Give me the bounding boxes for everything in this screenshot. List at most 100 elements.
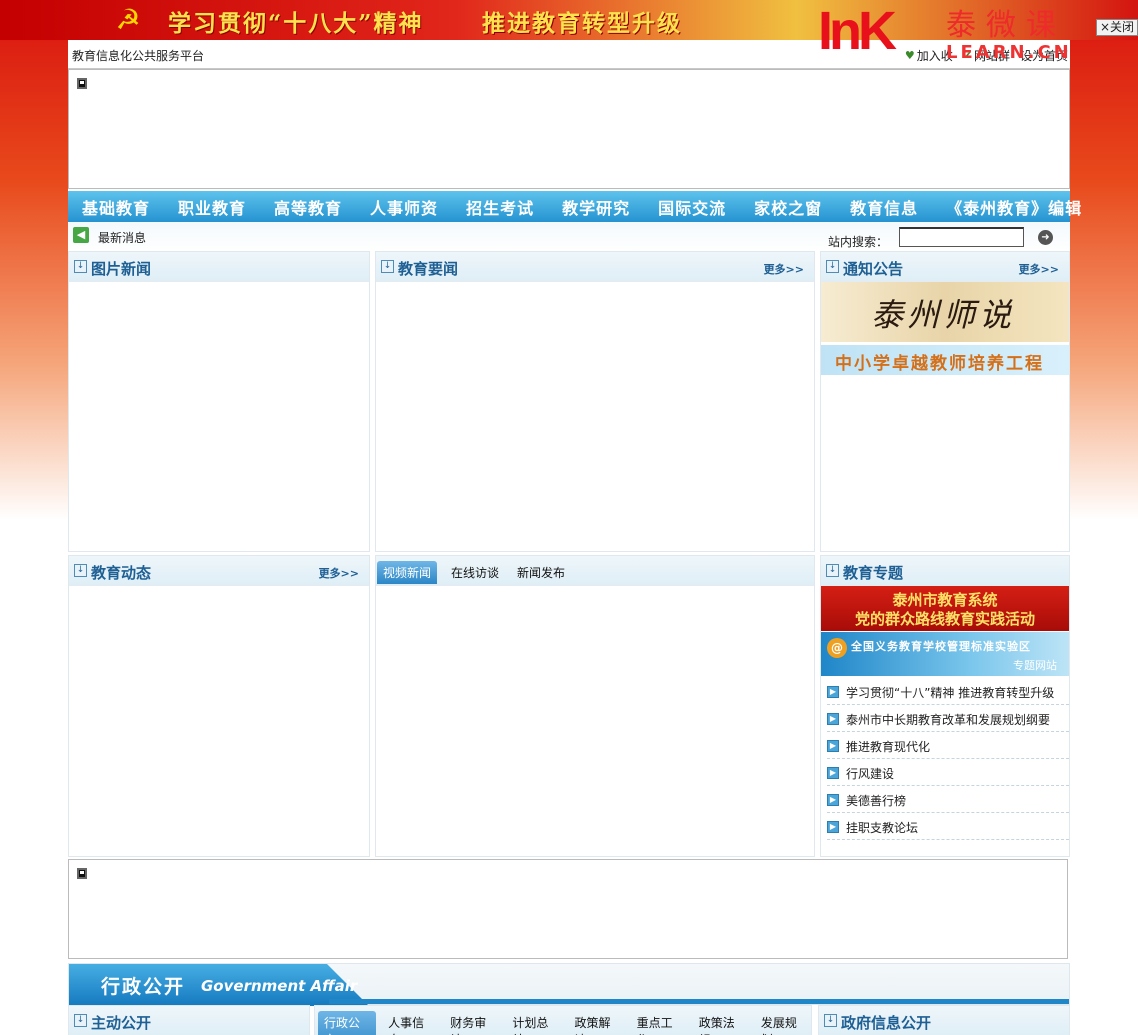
- edu-news-title: 教育要闻: [398, 260, 459, 278]
- list-item[interactable]: ▶ 挂职支教论坛: [827, 813, 1069, 840]
- top-bar: 教育信息化公共服务平台 ♥ 加入收 ✔ 网站群 设为首页: [68, 40, 1070, 69]
- party-emblem-icon: ☭: [115, 3, 141, 36]
- heart-icon: ♥: [904, 49, 915, 62]
- nav-basic-education[interactable]: 基础教育: [82, 195, 150, 219]
- taizhou-teacher-text: 泰州师说: [871, 296, 1016, 334]
- video-tabs-header: 视频新闻 在线访谈 新闻发布: [376, 556, 814, 586]
- notices-header: ↓ 通知公告 更多>>: [821, 252, 1069, 282]
- tab-plan-summary[interactable]: 计划总结: [508, 1011, 562, 1035]
- topic-label: 挂职支教论坛: [846, 821, 919, 835]
- gov-affairs-divider: [329, 999, 1069, 1004]
- topic-label: 行风建设: [846, 767, 895, 781]
- add-favorite-label: 加入收: [916, 49, 953, 63]
- nav-vocational-education[interactable]: 职业教育: [178, 195, 246, 219]
- balanced-edu-logo-icon: @: [827, 638, 847, 658]
- add-favorite-link[interactable]: ♥ 加入收: [905, 47, 953, 64]
- page-wrapper: 教育信息化公共服务平台 ♥ 加入收 ✔ 网站群 设为首页 基础教育 职业教育 高等教…: [68, 40, 1081, 1035]
- down-arrow-icon: ↓: [74, 564, 87, 577]
- edu-dynamics-header: ↓ 教育动态 更多>>: [69, 556, 369, 586]
- topics-title: 教育专题: [843, 564, 904, 582]
- edu-dynamics-more-link[interactable]: 更多>>: [319, 565, 359, 581]
- down-arrow-icon: ↓: [826, 260, 839, 273]
- tab-key-work[interactable]: 重点工作: [633, 1011, 687, 1035]
- nav-journal-editor[interactable]: 《泰州教育》编辑: [946, 195, 1082, 219]
- nav-home-school[interactable]: 家校之窗: [754, 195, 822, 219]
- edu-news-more-link[interactable]: 更多>>: [764, 261, 804, 277]
- list-item[interactable]: ▶ 泰州市中长期教育改革和发展规划纲要: [827, 705, 1069, 732]
- topic-label: 学习贯彻“十八”精神 推进教育转型升级: [846, 686, 1055, 700]
- mass-line-line1: 泰州市教育系统: [892, 591, 998, 609]
- down-arrow-icon: ↓: [74, 1014, 87, 1027]
- nav-international[interactable]: 国际交流: [658, 195, 726, 219]
- latest-news-label: 最新消息: [98, 231, 147, 245]
- list-item[interactable]: ▶ 行风建设: [827, 759, 1069, 786]
- gov-affairs-title-en: Government Affair: [201, 977, 358, 995]
- site-search-input[interactable]: [899, 227, 1024, 247]
- tab-finance-audit[interactable]: 财务审计: [446, 1011, 500, 1035]
- close-banner-button[interactable]: ×关闭: [1096, 19, 1138, 36]
- slogan-right: 推进教育转型升级: [482, 10, 682, 37]
- topics-header: ↓ 教育专题: [821, 556, 1069, 586]
- mass-line-line2: 党的群众路线教育实践活动: [854, 610, 1035, 628]
- arrow-bullet-icon: ▶: [827, 686, 839, 698]
- edu-news-header: ↓ 教育要闻 更多>>: [376, 252, 814, 282]
- nav-personnel[interactable]: 人事师资: [370, 195, 438, 219]
- arrow-bullet-icon: ▶: [827, 713, 839, 725]
- list-item[interactable]: ▶ 学习贯彻“十八”精神 推进教育转型升级: [827, 678, 1069, 705]
- sub-bar: ◀ 最新消息 站内搜索： ➜: [68, 222, 1070, 252]
- search-label: 站内搜索：: [828, 235, 889, 249]
- gov-docs-panel: 行政公文 人事信息 财务审计 计划总结 政策解读 重点工作 政策法规 发展规划: [314, 1005, 812, 1035]
- nav-higher-education[interactable]: 高等教育: [274, 195, 342, 219]
- notices-more-link[interactable]: 更多>>: [1019, 261, 1059, 277]
- site-group-link[interactable]: ✔ 网站群: [963, 47, 1010, 64]
- tab-development-plan[interactable]: 发展规划: [757, 1011, 811, 1035]
- speaker-icon: ◀: [73, 227, 89, 243]
- topic-label: 推进教育现代化: [846, 740, 931, 754]
- excellent-teacher-banner[interactable]: 中小学卓越教师培养工程: [821, 345, 1069, 375]
- list-item[interactable]: ▶ 推进教育现代化: [827, 732, 1069, 759]
- tab-admin-docs[interactable]: 行政公文: [318, 1011, 377, 1035]
- slogan-left: 学习贯彻“十八大”精神: [168, 10, 424, 37]
- video-tabs: 视频新闻 在线访谈 新闻发布: [376, 561, 569, 584]
- middle-ad-slot[interactable]: [68, 859, 1068, 959]
- gov-docs-tabs: 行政公文 人事信息 财务审计 计划总结 政策解读 重点工作 政策法规 发展规划: [317, 1011, 811, 1035]
- balanced-edu-banner[interactable]: @ 全国义务教育学校管理标准实验区 专题网站: [821, 632, 1069, 676]
- nav-edu-info[interactable]: 教育信息: [850, 195, 918, 219]
- site-name: 教育信息化公共服务平台: [72, 49, 205, 63]
- edu-news-panel: ↓ 教育要闻 更多>>: [375, 251, 815, 552]
- site-group-label: 网站群: [973, 49, 1010, 63]
- taizhou-teacher-banner[interactable]: 泰州师说: [821, 282, 1069, 342]
- topic-label: 美德善行榜: [846, 794, 907, 808]
- tab-policies-laws[interactable]: 政策法规: [695, 1011, 749, 1035]
- photo-news-panel: ↓ 图片新闻: [68, 251, 370, 552]
- nav-admissions[interactable]: 招生考试: [466, 195, 534, 219]
- balanced-edu-subtext: 专题网站: [1013, 659, 1057, 672]
- video-panel: 视频新闻 在线访谈 新闻发布: [375, 555, 815, 857]
- gov-info-panel: ↓ 政府信息公开: [818, 1005, 1070, 1035]
- edu-dynamics-title: 教育动态: [91, 564, 152, 582]
- check-icon: ✔: [962, 49, 972, 62]
- top-ad-slot[interactable]: [68, 69, 1070, 189]
- top-slogan-banner[interactable]: ☭ 学习贯彻“十八大”精神 推进教育转型升级: [0, 0, 1138, 40]
- gov-affairs-title-cn: 行政公开: [101, 976, 186, 998]
- mass-line-banner[interactable]: 泰州市教育系统 党的群众路线教育实践活动: [821, 586, 1069, 631]
- gov-docs-tabs-header: 行政公文 人事信息 财务审计 计划总结 政策解读 重点工作 政策法规 发展规划: [315, 1006, 811, 1035]
- tab-video-news[interactable]: 视频新闻: [377, 561, 438, 584]
- list-item[interactable]: ▶ 美德善行榜: [827, 786, 1069, 813]
- photo-news-title: 图片新闻: [91, 260, 152, 278]
- set-homepage-link[interactable]: 设为首页: [1020, 47, 1068, 64]
- down-arrow-icon: ↓: [74, 260, 87, 273]
- down-arrow-icon: ↓: [826, 564, 839, 577]
- arrow-bullet-icon: ▶: [827, 767, 839, 779]
- tab-personnel-info[interactable]: 人事信息: [384, 1011, 438, 1035]
- notices-panel: ↓ 通知公告 更多>> 泰州师说 中小学卓越教师培养工程: [820, 251, 1070, 552]
- down-arrow-icon: ↓: [824, 1014, 837, 1027]
- search-go-icon[interactable]: ➜: [1038, 230, 1053, 245]
- tab-online-interview[interactable]: 在线访谈: [447, 561, 503, 584]
- tab-press-release[interactable]: 新闻发布: [513, 561, 569, 584]
- topics-panel: ↓ 教育专题 泰州市教育系统 党的群众路线教育实践活动 @ 全国义务教育学校管理…: [820, 555, 1070, 857]
- tab-policy-interpret[interactable]: 政策解读: [571, 1011, 625, 1035]
- nav-teaching-research[interactable]: 教学研究: [562, 195, 630, 219]
- arrow-bullet-icon: ▶: [827, 794, 839, 806]
- active-publish-panel: ↓ 主动公开: [68, 1005, 310, 1035]
